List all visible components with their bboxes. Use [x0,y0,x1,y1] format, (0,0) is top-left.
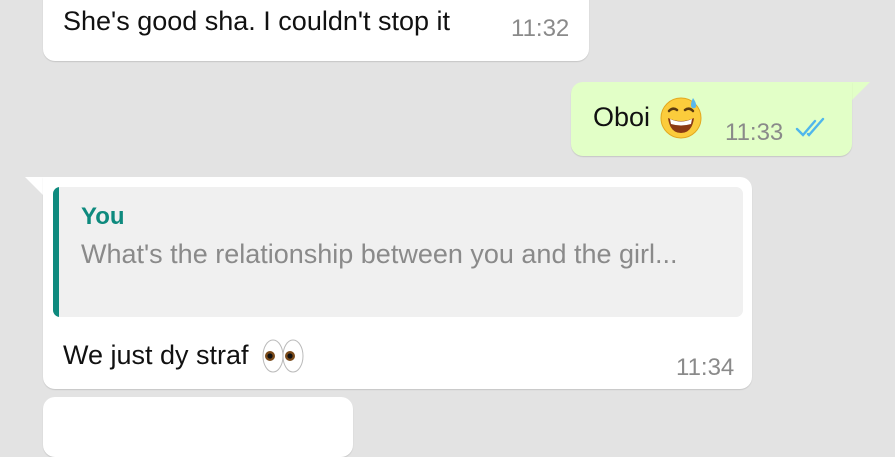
quote-author: You [81,203,125,230]
message-timestamp: 11:33 [725,119,784,146]
bubble-tail [852,82,870,100]
message-bubble-incoming[interactable] [43,397,353,457]
quote-accent-bar [53,187,59,317]
message-text: We just dy straf [63,340,249,370]
message-timestamp: 11:34 [676,354,735,381]
message-bubble-outgoing[interactable]: Oboi 11:33 [571,82,852,156]
message-text: She's good sha. I couldn't stop it [63,6,451,36]
read-receipt-double-check-icon [795,117,827,144]
bubble-tail [25,177,43,195]
message-bubble-incoming-reply[interactable]: You What's the relationship between you … [43,177,752,389]
quoted-message[interactable]: You What's the relationship between you … [53,187,743,317]
message-timestamp: 11:32 [511,15,570,42]
eyes-emoji-icon [261,337,305,380]
quote-text: What's the relationship between you and … [81,239,678,269]
message-bubble-incoming[interactable]: She's good sha. I couldn't stop it 11:32 [43,0,589,61]
message-text: Oboi [593,102,651,132]
grinning-sweat-face-emoji-icon [659,96,703,145]
